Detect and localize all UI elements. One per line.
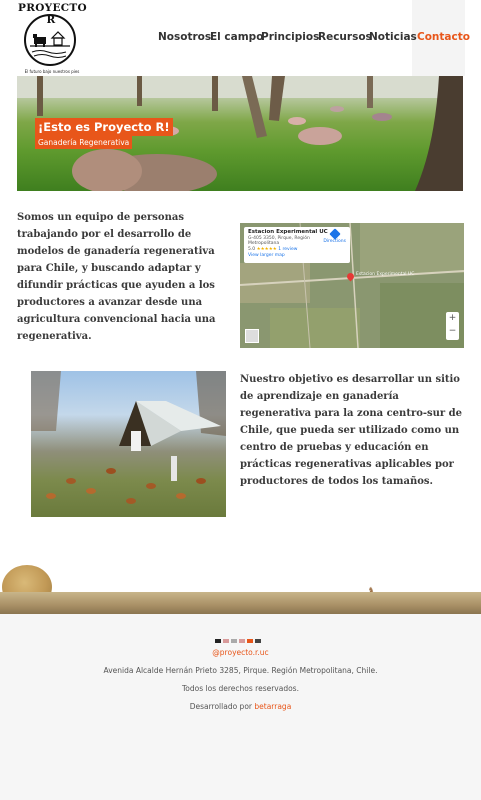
map-directions-button[interactable]: Directions: [323, 228, 346, 244]
hero-subtitle: Ganadería Regenerativa: [35, 136, 133, 149]
map-reviews-link[interactable]: 1 review: [278, 247, 297, 252]
nav-item-contacto[interactable]: Contacto: [417, 31, 470, 43]
hero-title: ¡Esto es Proyecto R!: [35, 118, 173, 136]
footer-address: Avenida Alcalde Hernán Prieto 3285, Pirq…: [103, 666, 378, 675]
ground-strip: [0, 592, 481, 614]
map-info-card: Estacion Experimental UC G-405 3350, Pir…: [244, 227, 350, 263]
logo-tagline: El futuro bajo nuestros pies: [24, 69, 80, 74]
instagram-link[interactable]: @proyecto.r.uc: [212, 648, 268, 657]
map-address: G-405 3350, Pirque, Región Metropolitana: [248, 236, 310, 246]
site-logo[interactable]: PROYECTO R El futuro bajo nuestros pies: [18, 2, 87, 74]
map-pin-label: Estacion Experimental UC: [356, 272, 415, 277]
footer-rights: Todos los derechos reservados.: [182, 684, 299, 693]
map-zoom-out-button[interactable]: −: [446, 325, 459, 338]
objective-paragraph: Nuestro objetivo es desarrollar un sitio…: [240, 374, 463, 487]
map-rating: 5.0: [248, 247, 256, 252]
embedded-map[interactable]: Estacion Experimental UC G-405 3350, Pir…: [240, 223, 464, 348]
instagram-link-row: @proyecto.r.uc: [0, 648, 481, 657]
nav-item-nosotros[interactable]: Nosotros: [158, 31, 211, 43]
map-larger-link[interactable]: View larger map: [248, 253, 346, 258]
site-footer: @proyecto.r.uc Avenida Alcalde Hernán Pr…: [0, 614, 481, 800]
map-directions-label: Directions: [323, 239, 346, 244]
intro-paragraph: Somos un equipo de personas trabajando p…: [17, 212, 216, 342]
site-header: PROYECTO R El futuro bajo nuestros pies …: [0, 0, 481, 76]
nav-item-principios[interactable]: Principios: [261, 31, 319, 43]
chickens-illustration: [31, 371, 226, 504]
credits-prefix: Desarrollado por: [189, 702, 252, 711]
farm-emblem-icon: [30, 31, 70, 58]
footer-credits: Desarrollado por betarraga: [0, 702, 481, 711]
map-layer-toggle[interactable]: [245, 329, 259, 343]
map-zoom-in-button[interactable]: +: [446, 312, 459, 325]
logo-emblem: [24, 14, 76, 66]
animals-icon: [215, 630, 266, 643]
deer-icon: ♞: [368, 586, 375, 594]
map-zoom-controls: + −: [446, 312, 459, 340]
directions-icon: [328, 228, 341, 240]
nav-item-el-campo[interactable]: El campo: [210, 31, 263, 43]
nav-item-recursos[interactable]: Recursos: [318, 31, 372, 43]
nav-item-noticias[interactable]: Noticias: [369, 31, 417, 43]
developer-link[interactable]: betarraga: [254, 702, 291, 711]
chicken-coop-photo: [31, 371, 226, 517]
map-stars-icon: ★★★★★: [256, 247, 277, 252]
